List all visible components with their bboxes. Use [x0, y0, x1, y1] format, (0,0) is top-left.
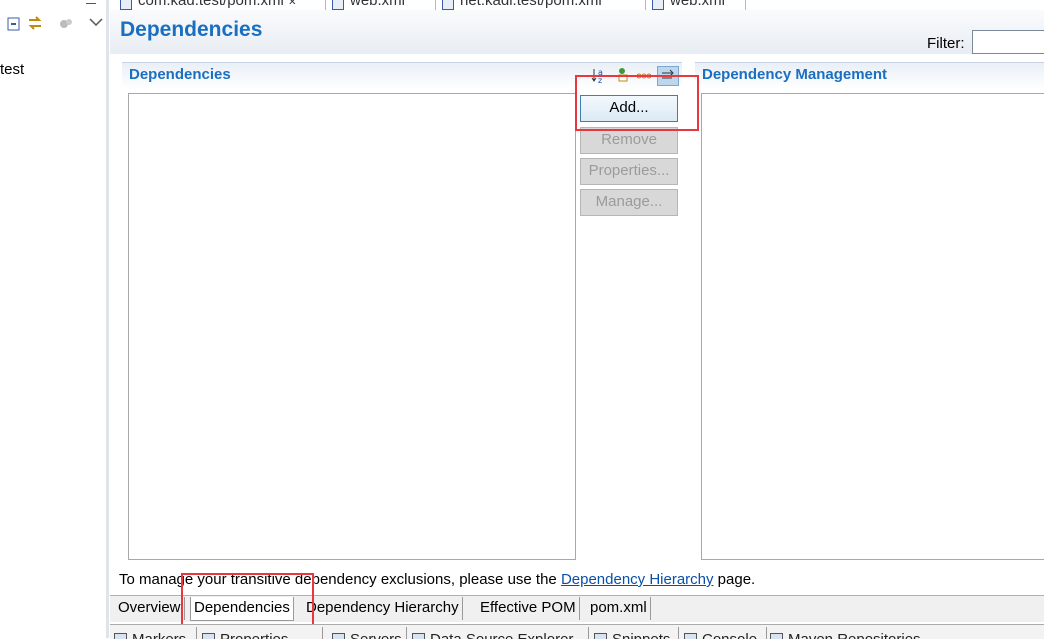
editor-tab-bar: com.kad.test/pom.xml ✕ web.xml net.kadi.… [110, 0, 1044, 10]
project-explorer [0, 0, 107, 638]
sync-icon[interactable] [58, 16, 74, 32]
data-source-icon [412, 633, 425, 639]
servers-icon [332, 633, 345, 639]
collapse-all-icon[interactable] [6, 16, 22, 32]
dependency-hierarchy-link[interactable]: Dependency Hierarchy [561, 571, 714, 588]
editor-tab-web-xml-1[interactable]: web.xml [332, 0, 405, 10]
snippets-icon [594, 633, 607, 639]
tab-dependency-hierarchy[interactable]: Dependency Hierarchy [303, 597, 463, 620]
management-section-title: Dependency Management [702, 66, 888, 83]
dependency-management-list[interactable] [701, 93, 1044, 560]
editor-tab-web-xml-2[interactable]: web.xml [652, 0, 725, 10]
minimize-icon[interactable] [86, 0, 96, 4]
properties-icon [202, 633, 215, 639]
tab-overview[interactable]: Overview [115, 597, 185, 620]
dependencies-tab-highlight [181, 573, 314, 631]
tree-item-project[interactable]: test [0, 61, 24, 78]
page-title: Dependencies [120, 18, 263, 41]
markers-icon [114, 633, 127, 639]
link-with-editor-icon[interactable] [27, 15, 43, 31]
editor-tab-com-pom[interactable]: com.kad.test/pom.xml ✕ [120, 0, 296, 10]
filter-label: Filter: [927, 35, 965, 52]
manage-button[interactable]: Manage... [580, 189, 678, 216]
xml-file-icon [120, 0, 132, 10]
add-button-highlight [575, 75, 699, 131]
editor-tab-net-pom[interactable]: net.kadi.test/pom.xml [442, 0, 602, 10]
explorer-sash[interactable] [106, 0, 109, 638]
close-icon[interactable]: ✕ [288, 0, 296, 8]
console-icon [684, 633, 697, 639]
properties-button[interactable]: Properties... [580, 158, 678, 185]
tab-effective-pom[interactable]: Effective POM [477, 597, 580, 620]
filter-input[interactable] [972, 30, 1044, 54]
xml-file-icon [652, 0, 664, 10]
explorer-toolbar [0, 10, 106, 36]
dependencies-section-title: Dependencies [129, 66, 231, 83]
maven-repositories-icon [770, 633, 783, 639]
dependencies-list[interactable] [128, 93, 576, 560]
remove-button[interactable]: Remove [580, 127, 678, 154]
xml-file-icon [442, 0, 454, 10]
views-tab-bar: Markers Properties Servers Data Source E… [110, 624, 1044, 639]
tab-pom-xml[interactable]: pom.xml [587, 597, 651, 620]
xml-file-icon [332, 0, 344, 10]
view-menu-icon[interactable] [88, 15, 104, 31]
